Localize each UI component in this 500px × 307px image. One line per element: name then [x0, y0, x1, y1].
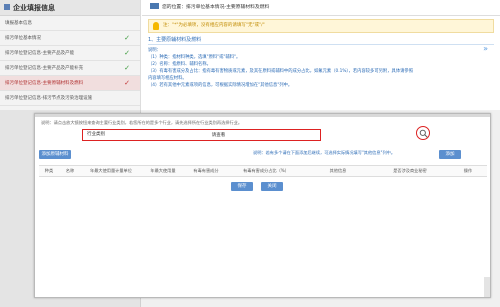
sidebar-item[interactable]: 排污单位登记信息-主要产品及产能补充 ✓ [0, 61, 140, 76]
sidebar-item-label: 排污单位基本情况 [5, 36, 41, 41]
column-header: 是否涉及商业秘密 [393, 168, 427, 173]
note-line: （1）种类：指材料种类，选填"原料"或"辅料"。 [148, 55, 241, 60]
column-header: 有毒有害成分占比（%） [243, 168, 289, 173]
check-icon: ✓ [124, 34, 130, 42]
note-line: （3）有毒有害成分及占比：指有毒有害物质或元素，及其在原料或辅料中的成分占比，如… [148, 69, 414, 74]
column-header: 有毒有害成分 [193, 168, 219, 173]
toolbar-row: 添加原辅材料 说明：若有多个请在下面添加后继续，可选择实际情况填写"其他信息"列… [35, 148, 490, 162]
scrollbar[interactable] [484, 277, 490, 297]
tip-banner: 注："*"为必填项，没有相应内容的请填写"无"或"/" [148, 19, 494, 33]
section-mark-icon [4, 4, 10, 10]
sidebar-item[interactable]: 排污单位基本情况 ✓ [0, 31, 140, 46]
column-header: 年最大使用量 [150, 168, 176, 173]
sidebar-item[interactable]: 排污单位登记信息-排污节点及污染治理设施 [0, 91, 140, 106]
sidebar-item-label: 排污单位登记信息-主要产品及产能补充 [5, 66, 84, 71]
check-icon: ✓ [124, 79, 130, 87]
dialog-description: 说明：请点击放大镜按钮来查询主要行业类别，若您所在的是多个行业，请先选择所在行业… [41, 120, 243, 125]
magnifier-icon [419, 129, 428, 138]
column-header: 其他信息 [329, 168, 347, 173]
sidebar-header: 企业填报信息 [0, 0, 140, 16]
close-button[interactable]: 关闭 [261, 182, 283, 191]
breadcrumb-text: 您的位置：排污单位基本情况-主要原辅材料及燃料 [162, 5, 270, 10]
lightbulb-icon [153, 22, 159, 30]
sidebar-item-label: 排污单位登记信息-主要产品及产能 [5, 51, 75, 56]
search-row: 行业类别 [35, 126, 490, 141]
search-button[interactable] [416, 126, 430, 140]
sidebar-item-active[interactable]: 排污单位登记信息-主要原辅材料及燃料 ✓ [0, 76, 140, 91]
industry-search-input[interactable] [121, 131, 316, 139]
check-icon: ✓ [124, 64, 130, 72]
tip-text: 注："*"为必填项，没有相应内容的请填写"无"或"/" [163, 23, 265, 28]
save-button[interactable]: 保存 [231, 182, 253, 191]
check-icon: ✓ [124, 49, 130, 57]
sidebar-item-label: 填报基本信息 [5, 21, 32, 26]
notes-block: » 说明： （1）种类：指材料种类，选填"原料"或"辅料"。 （2）名称：指原料… [148, 45, 494, 89]
industry-label: 行业类别 [87, 132, 105, 137]
note-line: （4）若有其他中元素或项的信息，可根据实际情况增加在"其他信息"列中。 [148, 83, 293, 88]
note-line: 内容填写相应材料。 [148, 76, 187, 81]
sidebar-item-label: 排污单位登记信息-主要原辅材料及燃料 [5, 81, 84, 86]
note-line: 说明： [148, 48, 161, 53]
materials-table: 种类 名称 年最大使用量计量单位 年最大使用量 有毒有害成分 有毒有害成分占比（… [39, 165, 487, 177]
dialog-footer: 保存 关闭 [35, 182, 492, 192]
material-dialog: 说明：请点击放大镜按钮来查询主要行业类别，若您所在的是多个行业，请先选择所在行业… [34, 113, 491, 298]
column-header: 名称 [65, 168, 75, 173]
section-title: 1、主要原辅材料及燃料 [148, 36, 494, 45]
collapse-chevron-icon[interactable]: » [483, 45, 488, 53]
add-material-button[interactable]: 添加原辅材料 [39, 150, 71, 159]
sidebar-item[interactable]: 填报基本信息 [0, 16, 140, 31]
add-button[interactable]: 添加 [439, 150, 461, 159]
location-icon [150, 3, 159, 9]
column-header: 种类 [44, 168, 54, 173]
sidebar-title: 企业填报信息 [13, 4, 55, 12]
note-line: （2）名称：指原料、辅料名称。 [148, 62, 211, 67]
sidebar-item-label: 排污单位登记信息-排污节点及污染治理设施 [5, 96, 93, 101]
column-header: 年最大使用量计量单位 [90, 168, 132, 173]
breadcrumb: 您的位置：排污单位基本情况-主要原辅材料及燃料 [142, 0, 500, 16]
hint-text: 说明：若有多个请在下面添加后继续，可选择实际情况填写"其他信息"列中。 [253, 150, 396, 155]
sidebar-item[interactable]: 排污单位登记信息-主要产品及产能 ✓ [0, 46, 140, 61]
column-header: 操作 [463, 168, 473, 173]
table-header: 种类 名称 年最大使用量计量单位 年最大使用量 有毒有害成分 有毒有害成分占比（… [39, 166, 487, 176]
industry-search-field[interactable]: 行业类别 [82, 129, 321, 141]
